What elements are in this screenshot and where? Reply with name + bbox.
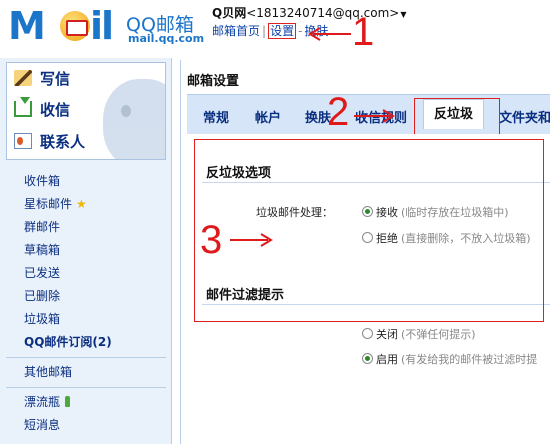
sidebar-divider [6,387,166,388]
option-disable-alert[interactable]: 关闭 (不弹任何提示) [362,326,476,342]
tab-general[interactable]: 常规 [203,107,229,126]
header: M il QQ邮箱 mail.qq.com Q贝网<1813240714@qq.… [0,0,550,58]
folder-starred-label: 星标邮件 [24,197,73,211]
left-sidebar: 写信 收信 联系人 收件箱 星标邮件 ★ 群邮件 草稿箱 已发送 已删除 垃圾箱 … [0,58,172,444]
annotation-arrow-1-icon [308,27,351,41]
option-enable-hint: (有发给我的邮件被过滤时提 [401,353,538,366]
folder-other-mailboxes[interactable]: 其他邮箱 [0,361,172,384]
folder-sent[interactable]: 已发送 [0,262,172,285]
penguin-watermark-icon [103,79,165,159]
contacts-icon [14,133,32,149]
tab-account[interactable]: 帐户 [255,107,281,126]
receive-label: 收信 [40,101,71,119]
star-icon: ★ [76,197,87,211]
drift-bottle-link[interactable]: 漂流瓶 [0,391,172,414]
radio-disable[interactable] [362,328,373,339]
contacts-label: 联系人 [40,133,86,151]
option-enable-alert[interactable]: 启用 (有发给我的邮件被过滤时提 [362,351,537,367]
option-disable-label: 关闭 [376,328,398,341]
option-enable-label: 启用 [376,353,398,366]
drift-bottle-label: 漂流瓶 [24,395,61,409]
account-name: Q贝网 [212,6,247,20]
link-separator: - [298,24,303,38]
bottle-icon [65,396,71,407]
logo-letters-il: il [90,4,114,48]
short-message-link[interactable]: 短消息 [0,414,172,437]
folder-spam[interactable]: 垃圾箱 [0,308,172,331]
mailbox-home-link[interactable]: 邮箱首页 [212,24,260,38]
account-menu[interactable]: Q贝网<1813240714@qq.com>▼ [212,4,407,21]
logo-letter-m: M [8,4,46,48]
inbox-icon [14,97,32,117]
folder-subscriptions[interactable]: QQ邮件订阅(2) [0,331,172,354]
pencil-icon [14,70,32,86]
receive-button[interactable]: 收信 [14,97,71,125]
qq-mail-logo[interactable]: M il QQ邮箱 mail.qq.com [8,4,204,50]
folder-starred[interactable]: 星标邮件 ★ [0,193,172,216]
annotation-arrow-2-icon [354,109,395,123]
logo-url: mail.qq.com [128,32,205,45]
contacts-button[interactable]: 联系人 [14,131,85,157]
envelope-icon [60,11,90,41]
sidebar-divider [6,357,166,358]
annotation-number-2: 2 [327,90,350,134]
folder-list: 收件箱 星标邮件 ★ 群邮件 草稿箱 已发送 已删除 垃圾箱 QQ邮件订阅(2) … [0,170,172,437]
folder-group-mail[interactable]: 群邮件 [0,216,172,239]
option-disable-hint: (不弹任何提示) [401,328,476,341]
folder-inbox[interactable]: 收件箱 [0,170,172,193]
link-separator: | [262,24,267,38]
tab-highlight-box [414,98,500,135]
tab-folders[interactable]: 文件夹和 [499,107,550,126]
page-title: 邮箱设置 [187,74,240,89]
radio-enable[interactable] [362,353,373,364]
settings-link[interactable]: 设置 [268,23,297,39]
compose-button[interactable]: 写信 [14,68,70,94]
annotation-number-3: 3 [200,218,223,262]
chevron-down-icon[interactable]: ▼ [400,10,406,19]
annotation-number-1: 1 [352,10,375,54]
annotation-arrow-3-icon [230,233,273,247]
compose-label: 写信 [40,70,71,88]
spam-options-highlight-box [194,139,544,322]
folder-drafts[interactable]: 草稿箱 [0,239,172,262]
account-email: <1813240714@qq.com> [246,6,400,20]
folder-deleted[interactable]: 已删除 [0,285,172,308]
